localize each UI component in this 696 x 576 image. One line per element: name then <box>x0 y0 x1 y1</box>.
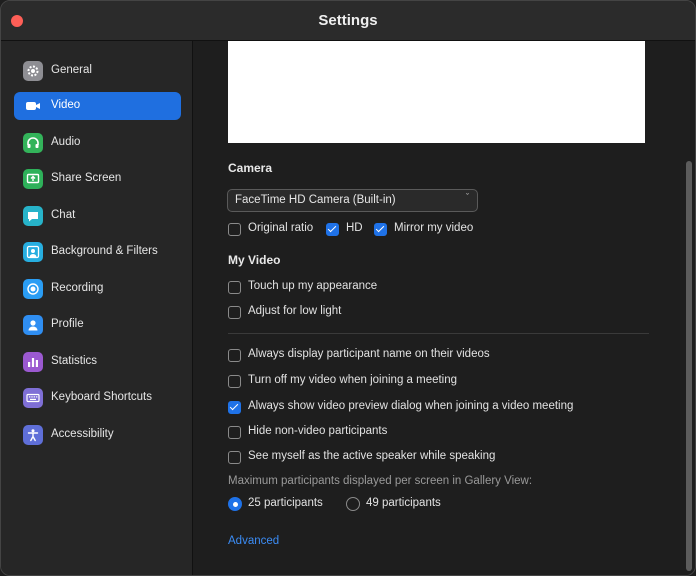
checkbox[interactable] <box>228 281 241 294</box>
my-video-heading: My Video <box>228 253 281 267</box>
radio-button[interactable] <box>346 497 360 511</box>
title-bar: Settings <box>1 1 695 41</box>
sidebar-item-label: General <box>51 64 92 76</box>
radio-25-participants[interactable]: 25 participants <box>228 497 338 513</box>
original-ratio-checkbox[interactable]: Original ratio <box>228 222 320 238</box>
chat-bubble-icon <box>23 206 43 226</box>
checkbox[interactable] <box>228 401 241 414</box>
checkbox-label: Always display participant name on their… <box>248 348 490 360</box>
hide-non-video-participants-checkbox[interactable]: Hide non-video participants <box>228 425 408 441</box>
checkbox[interactable] <box>228 426 241 439</box>
checkbox[interactable] <box>228 375 241 388</box>
background-portrait-icon <box>23 242 43 262</box>
scrollbar-thumb[interactable] <box>686 161 692 571</box>
sidebar-item-chat[interactable]: Chat <box>14 202 181 230</box>
window-title: Settings <box>318 12 378 29</box>
sidebar-item-label: Accessibility <box>51 428 114 440</box>
sidebar-item-statistics[interactable]: Statistics <box>14 348 181 376</box>
checkbox[interactable] <box>326 223 339 236</box>
checkbox-label: HD <box>346 222 363 234</box>
sidebar-item-background-filters[interactable]: Background & Filters <box>14 238 181 266</box>
checkbox[interactable] <box>228 223 241 236</box>
sidebar: General Video Audio Share Screen Chat Ba… <box>1 41 193 575</box>
checkbox-label: Mirror my video <box>394 222 474 234</box>
checkbox-label: Hide non-video participants <box>248 425 388 437</box>
sidebar-item-label: Background & Filters <box>51 245 158 257</box>
keyboard-icon <box>23 388 43 408</box>
profile-person-icon <box>23 315 43 335</box>
video-preview <box>228 41 645 143</box>
checkbox-label: Original ratio <box>248 222 314 234</box>
bar-chart-icon <box>23 352 43 372</box>
sidebar-item-label: Share Screen <box>51 172 122 184</box>
chevron-down-icon: ˇ <box>466 192 469 202</box>
checkbox-label: Adjust for low light <box>248 305 342 317</box>
radio-button[interactable] <box>228 497 242 511</box>
hd-checkbox[interactable]: HD <box>326 222 366 238</box>
video-camera-icon <box>23 96 43 116</box>
radio-label: 49 participants <box>366 497 441 509</box>
touch-up-appearance-checkbox[interactable]: Touch up my appearance <box>228 280 388 296</box>
checkbox-label: See myself as the active speaker while s… <box>248 450 496 462</box>
divider <box>228 333 649 334</box>
checkbox-label: Turn off my video when joining a meeting <box>248 374 458 386</box>
sidebar-item-label: Statistics <box>51 355 98 367</box>
sidebar-item-profile[interactable]: Profile <box>14 311 181 339</box>
accessibility-icon <box>23 425 43 445</box>
sidebar-item-label: Profile <box>51 318 84 330</box>
sidebar-item-label: Video <box>51 99 81 111</box>
camera-select[interactable]: FaceTime HD Camera (Built-in) ˇ <box>227 189 478 212</box>
headphones-icon <box>23 133 43 153</box>
sidebar-item-label: Keyboard Shortcuts <box>51 391 153 403</box>
record-icon <box>23 279 43 299</box>
sidebar-item-label: Chat <box>51 209 76 221</box>
show-video-preview-dialog-checkbox[interactable]: Always show video preview dialog when jo… <box>228 400 588 416</box>
sidebar-item-recording[interactable]: Recording <box>14 275 181 303</box>
gear-icon <box>23 61 43 81</box>
checkbox[interactable] <box>228 349 241 362</box>
sidebar-item-audio[interactable]: Audio <box>14 129 181 157</box>
gallery-view-hint: Maximum participants displayed per scree… <box>228 475 533 487</box>
checkbox-label: Always show video preview dialog when jo… <box>248 400 574 412</box>
sidebar-item-general[interactable]: General <box>14 57 181 85</box>
camera-select-value: FaceTime HD Camera (Built-in) <box>235 194 396 206</box>
checkbox[interactable] <box>374 223 387 236</box>
advanced-link[interactable]: Advanced <box>228 535 279 547</box>
radio-label: 25 participants <box>248 497 323 509</box>
sidebar-item-accessibility[interactable]: Accessibility <box>14 421 181 449</box>
sidebar-item-share-screen[interactable]: Share Screen <box>14 165 181 193</box>
see-myself-active-speaker-checkbox[interactable]: See myself as the active speaker while s… <box>228 450 508 466</box>
checkbox[interactable] <box>228 306 241 319</box>
camera-heading: Camera <box>228 161 273 175</box>
adjust-low-light-checkbox[interactable]: Adjust for low light <box>228 305 358 321</box>
settings-window: Settings General Video Audio Share Scree… <box>0 0 696 576</box>
sidebar-item-keyboard-shortcuts[interactable]: Keyboard Shortcuts <box>14 384 181 412</box>
display-participant-name-checkbox[interactable]: Always display participant name on their… <box>228 348 508 364</box>
mirror-video-checkbox[interactable]: Mirror my video <box>374 222 484 238</box>
video-settings-panel: Camera FaceTime HD Camera (Built-in) ˇ O… <box>193 41 695 575</box>
turn-off-video-on-join-checkbox[interactable]: Turn off my video when joining a meeting <box>228 374 478 390</box>
sidebar-item-video[interactable]: Video <box>14 92 181 120</box>
sidebar-item-label: Audio <box>51 136 81 148</box>
sidebar-item-label: Recording <box>51 282 104 294</box>
checkbox[interactable] <box>228 451 241 464</box>
radio-49-participants[interactable]: 49 participants <box>346 497 456 513</box>
checkbox-label: Touch up my appearance <box>248 280 378 292</box>
share-screen-icon <box>23 169 43 189</box>
